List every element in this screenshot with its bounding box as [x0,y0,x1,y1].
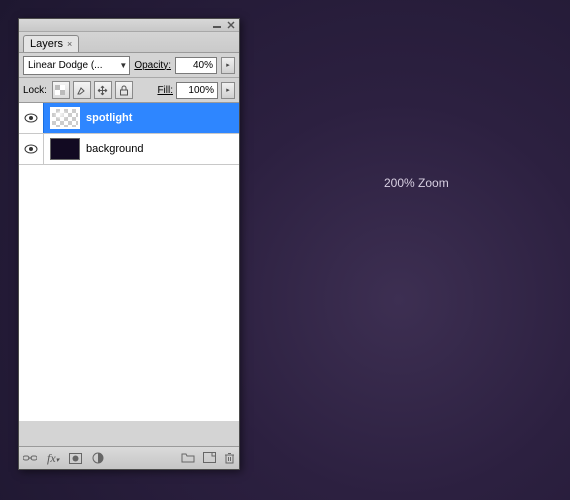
eye-icon [24,144,38,154]
layers-panel: Layers × Linear Dodge (... ▼ Opacity: 40… [18,18,240,470]
tab-label: Layers [30,38,63,50]
link-layers-icon[interactable] [23,453,37,463]
minimize-icon[interactable] [213,21,221,29]
layer-mask-icon[interactable] [69,453,82,464]
panel-tabbar: Layers × [19,32,239,53]
close-icon[interactable] [227,21,235,29]
lock-label: Lock: [23,85,47,96]
lock-all-button[interactable] [115,81,133,99]
layer-row[interactable]: spotlight [19,103,239,134]
fill-label: Fill: [157,85,173,96]
zoom-level-label: 200% Zoom [384,176,449,190]
tab-layers[interactable]: Layers × [23,35,79,52]
opacity-label: Opacity: [134,60,171,71]
fill-flyout-button[interactable]: ▸ [221,82,235,99]
lock-fill-row: Lock: Fill: 100% ▸ [19,78,239,103]
layer-row[interactable]: background [19,134,239,165]
panel-titlebar[interactable] [19,19,239,32]
blend-mode-select[interactable]: Linear Dodge (... ▼ [23,56,130,75]
layer-name[interactable]: spotlight [86,112,132,124]
lock-position-button[interactable] [94,81,112,99]
layer-name[interactable]: background [86,143,144,155]
new-layer-icon[interactable] [203,452,216,464]
opacity-flyout-button[interactable]: ▸ [221,57,235,74]
opacity-input[interactable]: 40% [175,57,217,74]
blend-mode-value: Linear Dodge (... [28,60,103,71]
panel-bottom-bar: fx▾ [19,446,239,469]
layer-thumbnail[interactable] [50,138,80,160]
visibility-toggle[interactable] [19,103,44,133]
chevron-down-icon: ▼ [119,61,127,70]
eye-icon [24,113,38,123]
delete-layer-icon[interactable] [224,452,235,464]
visibility-toggle[interactable] [19,134,44,164]
tab-close-icon[interactable]: × [67,39,72,49]
blend-opacity-row: Linear Dodge (... ▼ Opacity: 40% ▸ [19,53,239,78]
fill-input[interactable]: 100% [176,82,218,99]
layer-thumbnail[interactable] [50,107,80,129]
lock-transparency-button[interactable] [52,81,70,99]
new-group-icon[interactable] [181,452,195,464]
layer-style-icon[interactable]: fx▾ [47,451,59,466]
lock-pixels-button[interactable] [73,81,91,99]
adjustment-layer-icon[interactable] [92,452,104,464]
layer-list: spotlight background [19,103,239,421]
